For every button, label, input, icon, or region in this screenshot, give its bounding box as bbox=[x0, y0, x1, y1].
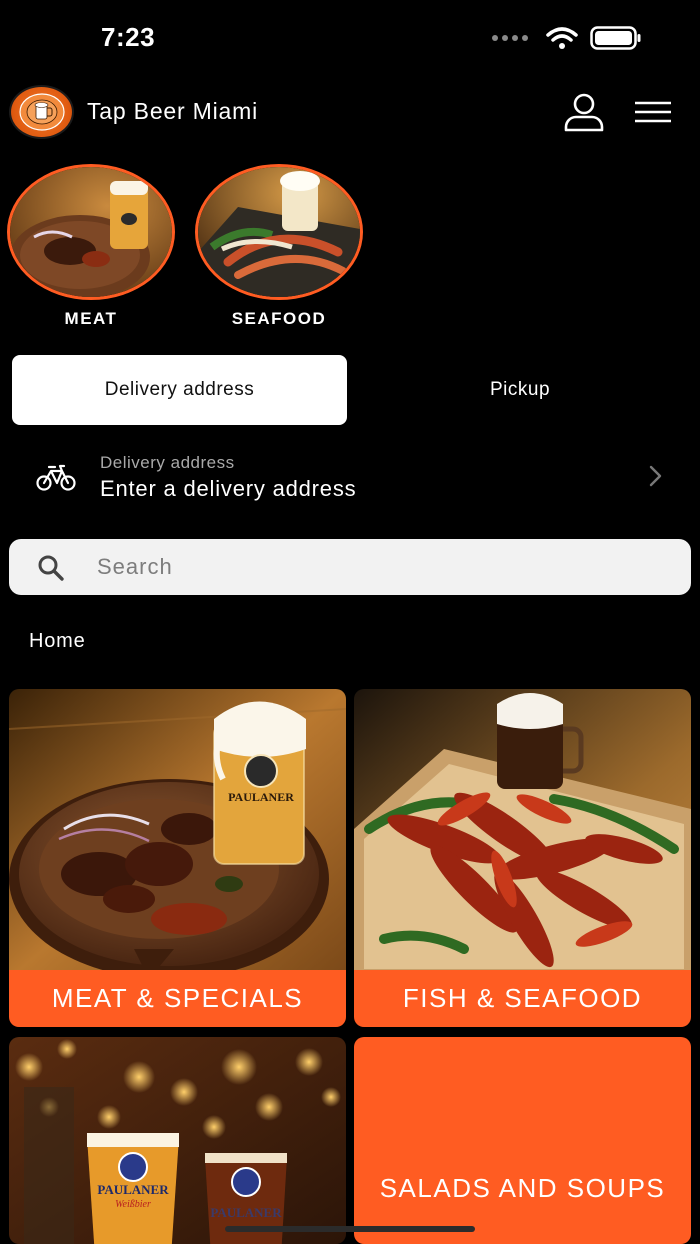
menu-tile-meat-specials[interactable]: PAULANER MEAT & SPECIALS bbox=[9, 689, 346, 1027]
search-input[interactable] bbox=[97, 547, 657, 587]
bicycle-icon bbox=[36, 464, 76, 491]
delivery-address-row[interactable]: Delivery address Enter a delivery addres… bbox=[0, 444, 700, 514]
menu-tile-label: MEAT & SPECIALS bbox=[9, 970, 346, 1027]
svg-text:PAULANER: PAULANER bbox=[228, 790, 294, 804]
status-icons bbox=[492, 26, 642, 50]
quick-category-meat[interactable]: MEAT bbox=[7, 164, 175, 329]
order-mode-toggle: Delivery address Pickup bbox=[12, 355, 688, 425]
wifi-icon bbox=[546, 27, 578, 49]
delivery-address-value: Enter a delivery address bbox=[100, 476, 357, 501]
menu-button[interactable] bbox=[632, 94, 674, 130]
hamburger-menu-icon bbox=[635, 101, 671, 123]
quick-category-label: SEAFOOD bbox=[231, 309, 327, 328]
quick-category-label: MEAT bbox=[64, 309, 118, 328]
seafood-thumbnail bbox=[195, 164, 363, 300]
breadcrumb[interactable]: Home bbox=[29, 630, 86, 653]
svg-text:PAULANER: PAULANER bbox=[97, 1182, 169, 1197]
menu-tile-label: FISH & SEAFOOD bbox=[354, 970, 691, 1027]
meat-specials-photo: PAULANER bbox=[9, 689, 346, 979]
status-time: 7:23 bbox=[101, 22, 156, 52]
menu-tile-beer[interactable]: PAULANER Weißbier PAULANER bbox=[9, 1037, 346, 1244]
search-icon bbox=[38, 555, 64, 581]
search-bar[interactable] bbox=[9, 539, 691, 595]
signal-dots-icon bbox=[492, 35, 528, 41]
svg-text:PAULANER: PAULANER bbox=[210, 1205, 282, 1220]
delivery-address-label: Delivery address bbox=[100, 453, 235, 472]
pickup-option[interactable]: Pickup bbox=[352, 355, 688, 425]
home-indicator[interactable] bbox=[225, 1226, 475, 1232]
beer-photo: PAULANER Weißbier PAULANER bbox=[9, 1037, 346, 1244]
chevron-right-icon bbox=[649, 465, 662, 487]
beer-mug-logo-icon bbox=[18, 93, 65, 131]
menu-tile-salads-soups[interactable]: SALADS AND SOUPS bbox=[354, 1037, 691, 1244]
fish-seafood-photo bbox=[354, 689, 691, 979]
account-button[interactable] bbox=[562, 92, 606, 132]
menu-tile-fish-seafood[interactable]: FISH & SEAFOOD bbox=[354, 689, 691, 1027]
meat-thumbnail bbox=[7, 164, 175, 300]
svg-text:Weißbier: Weißbier bbox=[115, 1199, 151, 1210]
app-title: Tap Beer Miami bbox=[87, 98, 258, 124]
brand-logo[interactable] bbox=[9, 85, 74, 139]
user-icon bbox=[564, 93, 604, 132]
battery-icon bbox=[590, 26, 641, 50]
app-header: Tap Beer Miami bbox=[0, 84, 700, 142]
status-bar: 7:23 bbox=[0, 0, 700, 80]
quick-category-seafood[interactable]: SEAFOOD bbox=[195, 164, 363, 329]
menu-tile-label: SALADS AND SOUPS bbox=[379, 1173, 666, 1203]
delivery-option[interactable]: Delivery address bbox=[12, 355, 347, 425]
